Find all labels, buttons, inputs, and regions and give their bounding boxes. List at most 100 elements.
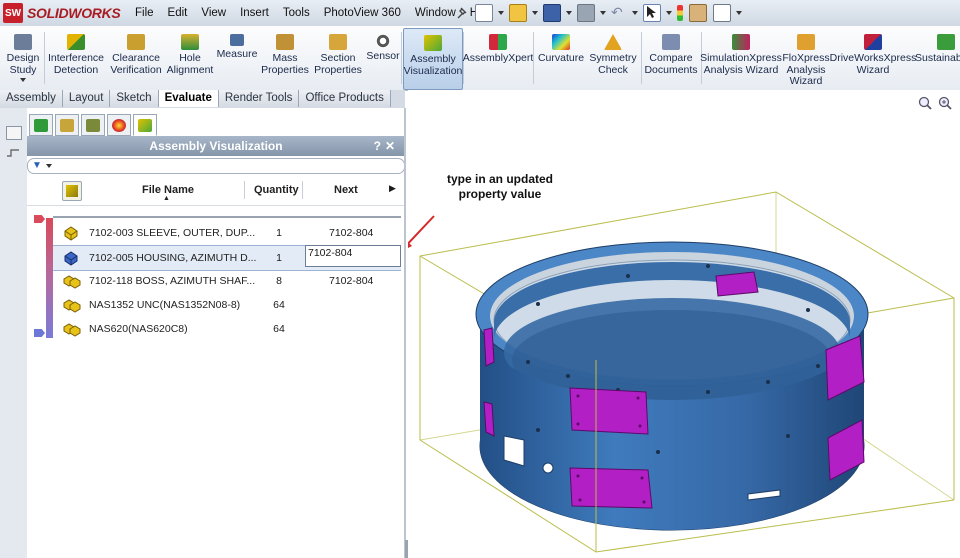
section-properties-button[interactable]: Section Properties xyxy=(312,28,364,88)
assembly-visualization-tab-icon xyxy=(138,118,152,132)
column-quantity[interactable]: Quantity xyxy=(254,184,299,196)
property-manager-panel: Assembly Visualization ?✕ ▼ File Name ▲ … xyxy=(27,108,405,558)
tab-office-products[interactable]: Office Products xyxy=(299,90,391,107)
left-collapsed-strip xyxy=(0,108,28,558)
part-icon xyxy=(63,225,79,241)
panel-tabs xyxy=(27,114,159,136)
list-item[interactable]: 7102-118 BOSS, AZIMUTH SHAF... 8 7102-80… xyxy=(53,269,401,293)
list-item[interactable]: 7102-003 SLEEVE, OUTER, DUP... 1 7102-80… xyxy=(53,221,401,245)
print-icon[interactable] xyxy=(577,4,595,22)
menu-insert[interactable]: Insert xyxy=(233,7,276,19)
scroll-columns-right-icon[interactable]: ▶ xyxy=(389,183,396,194)
assemblyxpert-icon xyxy=(489,34,507,50)
filter-dropdown-icon[interactable] xyxy=(46,164,52,168)
quick-access-toolbar: ↶ xyxy=(452,3,744,23)
sensor-button[interactable]: Sensor xyxy=(366,28,400,88)
save-icon[interactable] xyxy=(543,4,561,22)
menu-view[interactable]: View xyxy=(194,7,233,19)
tab-sketch[interactable]: Sketch xyxy=(110,90,159,107)
compare-documents-button[interactable]: Compare Documents xyxy=(643,28,699,88)
tab-assembly[interactable]: Assembly xyxy=(0,90,63,107)
solidworks-wordmark: SOLIDWORKS xyxy=(27,5,121,21)
sustainability-icon xyxy=(937,34,955,50)
feature-tree-icon[interactable] xyxy=(6,126,22,140)
menu-file[interactable]: File xyxy=(128,7,161,19)
filter-icon[interactable]: ▼ xyxy=(32,160,42,171)
driveworksxpress-icon xyxy=(864,34,882,50)
floxpress-icon xyxy=(797,34,815,50)
property-manager-icon xyxy=(60,118,74,132)
configuration-manager-icon xyxy=(86,118,100,132)
assembly-model-view xyxy=(408,191,955,553)
new-document-icon[interactable] xyxy=(475,4,493,22)
title-menu-bar: SW SOLIDWORKS File Edit View Insert Tool… xyxy=(0,0,960,27)
help-button[interactable]: ? xyxy=(374,139,385,153)
options-icon[interactable] xyxy=(713,4,731,22)
panel-splitter[interactable] xyxy=(404,108,406,558)
solidworks-badge-icon: SW xyxy=(3,3,23,23)
mass-properties-button[interactable]: Mass Properties xyxy=(260,28,310,88)
menu-photoview[interactable]: PhotoView 360 xyxy=(317,7,408,19)
undo-icon[interactable]: ↶ xyxy=(611,5,627,21)
annotation-arrow xyxy=(408,215,435,248)
design-study-button[interactable]: Design Study xyxy=(4,28,42,88)
assembly-part-icon xyxy=(66,185,78,197)
tab-layout[interactable]: Layout xyxy=(62,90,111,107)
panel-tab-property-manager[interactable] xyxy=(55,114,79,136)
tab-evaluate[interactable]: Evaluate xyxy=(158,90,219,107)
close-icon[interactable]: ✕ xyxy=(385,139,399,153)
simulationxpress-icon xyxy=(732,34,750,50)
hole-alignment-button[interactable]: Hole Alignment xyxy=(166,28,214,88)
pin-icon[interactable] xyxy=(455,5,469,21)
design-study-icon xyxy=(14,34,32,50)
list-item-selected[interactable]: 7102-005 HOUSING, AZIMUTH D... 1 7102-80… xyxy=(53,245,401,271)
symmetry-check-button[interactable]: Symmetry Check xyxy=(588,28,638,88)
menu-tools[interactable]: Tools xyxy=(276,7,317,19)
menu-edit[interactable]: Edit xyxy=(161,7,195,19)
driveworksxpress-button[interactable]: DriveWorksXpress Wizard xyxy=(830,28,916,88)
tab-render-tools[interactable]: Render Tools xyxy=(218,90,300,107)
column-next[interactable]: Next xyxy=(334,184,358,196)
assemblyxpert-button[interactable]: AssemblyXpert xyxy=(463,28,533,88)
multi-part-icon xyxy=(63,321,81,337)
clearance-verification-button[interactable]: Clearance Verification xyxy=(108,28,164,88)
multi-part-icon xyxy=(63,297,81,313)
open-folder-icon[interactable] xyxy=(509,4,527,22)
floxpress-button[interactable]: FloXpress Analysis Wizard xyxy=(781,28,831,88)
list-header: File Name ▲ Quantity Next ▶ xyxy=(27,175,405,206)
rebuild-traffic-light-icon[interactable] xyxy=(677,5,683,21)
clearance-icon xyxy=(127,34,145,50)
graphics-viewport[interactable] xyxy=(408,90,960,558)
panel-tab-display-manager[interactable] xyxy=(107,114,131,136)
assembly-visualization-button[interactable]: Assembly Visualization xyxy=(403,28,463,90)
panel-tab-configuration-manager[interactable] xyxy=(81,114,105,136)
color-slider-bottom-handle[interactable] xyxy=(34,329,45,337)
select-arrow-icon[interactable] xyxy=(643,4,661,22)
list-item[interactable]: NAS620(NAS620C8) 64 xyxy=(53,317,401,341)
assembly-visualization-icon xyxy=(424,35,442,51)
filter-bar[interactable]: ▼ xyxy=(27,158,405,174)
panel-title-bar: Assembly Visualization ?✕ xyxy=(27,136,405,156)
curvature-icon xyxy=(552,34,570,50)
panel-tab-assembly-visualization[interactable] xyxy=(133,114,157,136)
sketch-toggle-icon[interactable] xyxy=(6,148,20,158)
color-slider-top-handle[interactable] xyxy=(34,215,45,223)
list-item[interactable]: NAS1352 UNC(NAS1352N08-8) 64 xyxy=(53,293,401,317)
panel-title: Assembly Visualization xyxy=(149,139,283,153)
interference-icon xyxy=(67,34,85,50)
simulationxpress-button[interactable]: SimulationXpress Analysis Wizard xyxy=(700,28,782,88)
sustainability-button[interactable]: Sustainab xyxy=(915,28,960,88)
solidworks-logo[interactable]: SW SOLIDWORKS xyxy=(3,3,121,23)
file-properties-icon[interactable] xyxy=(689,4,707,22)
multi-part-icon xyxy=(63,273,81,289)
column-options-icon[interactable] xyxy=(62,181,82,201)
measure-button[interactable]: Measure xyxy=(216,28,258,88)
measure-icon xyxy=(230,34,244,46)
command-manager-tabs: Assembly Layout Sketch Evaluate Render T… xyxy=(0,90,405,109)
interference-detection-button[interactable]: Interference Detection xyxy=(46,28,106,88)
curvature-button[interactable]: Curvature xyxy=(536,28,586,88)
display-manager-icon xyxy=(112,118,126,132)
value-color-bar xyxy=(46,218,53,338)
next-property-edit-field[interactable]: 7102-804 xyxy=(305,245,401,267)
panel-tab-feature-manager[interactable] xyxy=(29,114,53,136)
